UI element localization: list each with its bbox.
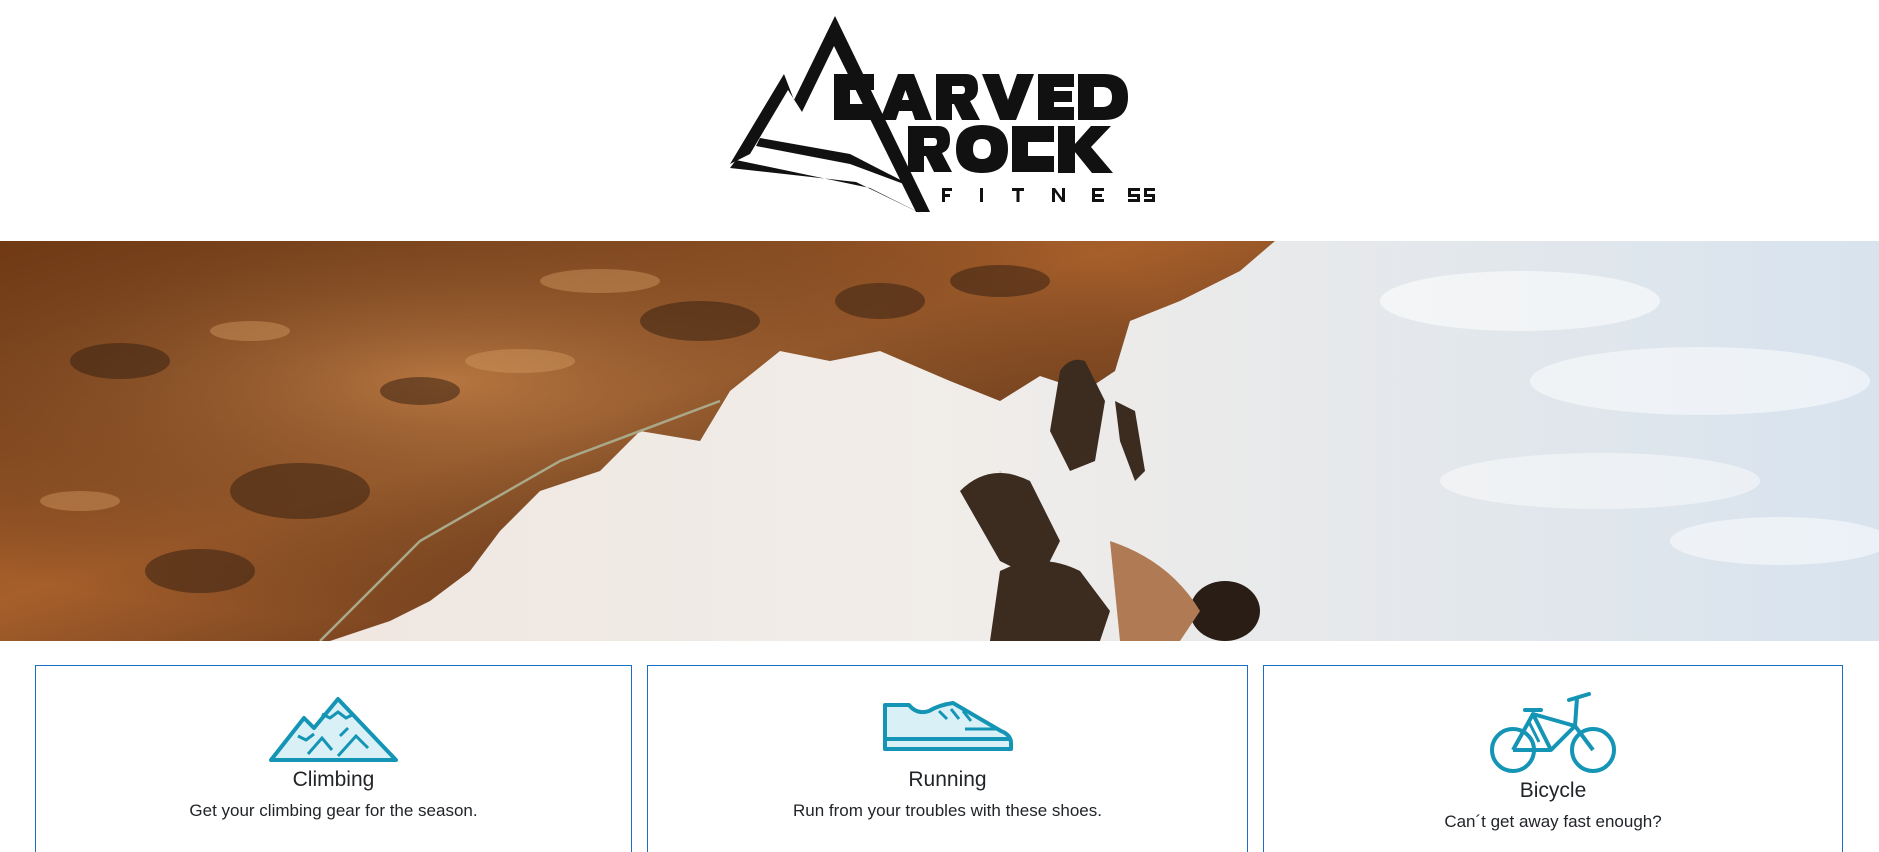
category-card-running[interactable]: Running Run from your troubles with thes… <box>647 665 1248 852</box>
shoe-icon <box>882 701 1013 751</box>
category-card-climbing[interactable]: Climbing Get your climbing gear for the … <box>35 665 632 852</box>
mountain-icon <box>268 697 398 762</box>
brand-logo[interactable] <box>730 12 1155 217</box>
page: Climbing Get your climbing gear for the … <box>0 0 1879 852</box>
category-title: Running <box>908 768 987 791</box>
category-description: Run from your troubles with these shoes. <box>793 801 1102 820</box>
category-title: Climbing <box>292 768 375 791</box>
category-card-bicycle[interactable]: Bicycle Can´t get away fast enough? <box>1263 665 1843 852</box>
site-header <box>0 0 1879 241</box>
category-title: Bicycle <box>1519 779 1587 802</box>
bicycle-icon <box>1490 692 1616 773</box>
category-description: Get your climbing gear for the season. <box>189 801 478 820</box>
category-description: Can´t get away fast enough? <box>1444 812 1662 831</box>
hero-banner <box>0 241 1879 641</box>
climber-photo <box>0 241 1879 641</box>
